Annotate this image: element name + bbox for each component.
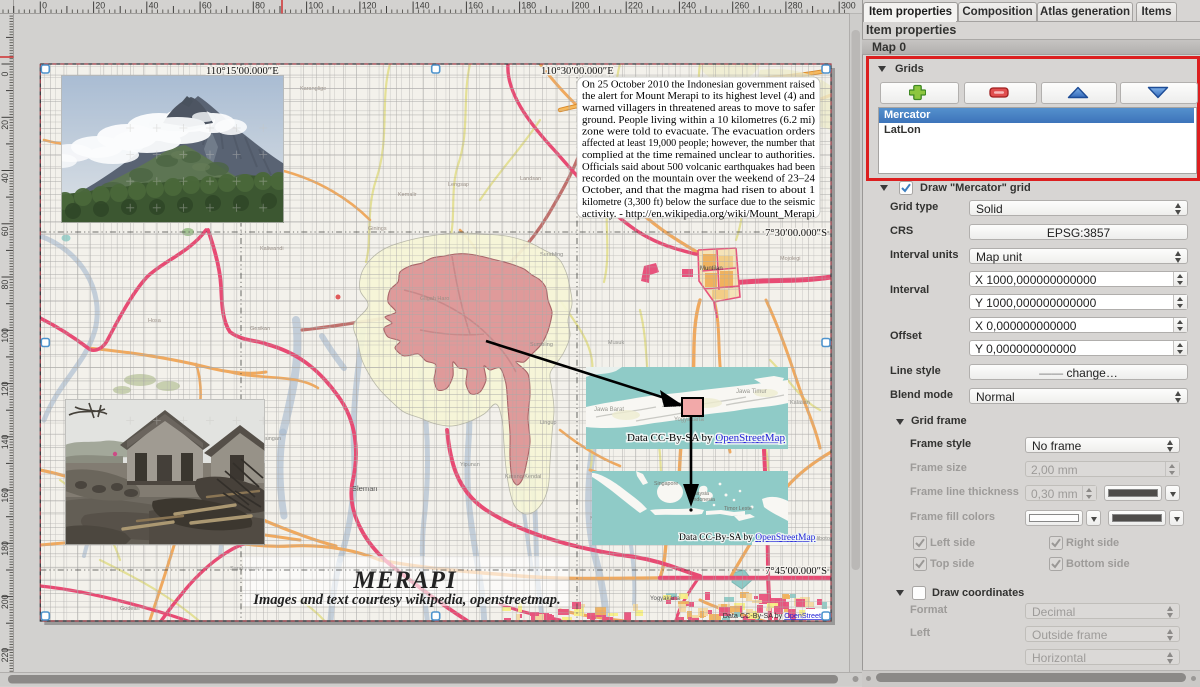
svg-text:100: 100 xyxy=(308,1,323,11)
svg-text:300: 300 xyxy=(841,1,856,11)
svg-text:0: 0 xyxy=(42,1,47,11)
svg-text:0: 0 xyxy=(0,72,10,77)
svg-text:200: 200 xyxy=(575,1,590,11)
svg-text:260: 260 xyxy=(735,1,750,11)
svg-text:60: 60 xyxy=(202,1,212,11)
svg-text:ground. People living within a: ground. People living within a 10 kilome… xyxy=(582,115,815,126)
svg-text:Timor Leste: Timor Leste xyxy=(724,506,752,512)
svg-text:160: 160 xyxy=(0,488,10,503)
svg-text:140: 140 xyxy=(415,1,430,11)
svg-text:recorded on the mountain over: recorded on the mountain over the weeken… xyxy=(582,174,816,185)
svg-text:warned villagers in threatened: warned villagers in threatened areas to … xyxy=(582,103,815,114)
svg-text:60: 60 xyxy=(0,226,10,236)
svg-text:140: 140 xyxy=(0,435,10,450)
svg-text:activity. - http://en.wikipedi: activity. - http://en.wikipedia.org/wiki… xyxy=(582,209,815,220)
svg-text:120: 120 xyxy=(0,381,10,396)
svg-text:100: 100 xyxy=(0,328,10,343)
svg-text:40: 40 xyxy=(0,173,10,183)
svg-text:180: 180 xyxy=(0,541,10,556)
svg-text:7°30′00.000″S: 7°30′00.000″S xyxy=(765,228,827,239)
svg-text:200: 200 xyxy=(0,594,10,609)
svg-text:Data CC-By-SA by OpenStreetMap: Data CC-By-SA by OpenStreetMap xyxy=(627,432,785,444)
svg-text:7°45′00.000″S: 7°45′00.000″S xyxy=(765,566,827,577)
svg-text:20: 20 xyxy=(0,120,10,130)
svg-text:kilometre (3,300 ft) below the: kilometre (3,300 ft) below the surface d… xyxy=(582,197,815,208)
svg-text:MERAPI: MERAPI xyxy=(352,567,457,594)
svg-text:80: 80 xyxy=(0,280,10,290)
svg-text:Officials said about 500 volca: Officials said about 500 volcanic earthq… xyxy=(582,162,816,173)
svg-text:Jawa Timur: Jawa Timur xyxy=(736,389,767,395)
svg-text:the alert for Mount Merapi to: the alert for Mount Merapi to its highes… xyxy=(582,91,816,102)
svg-text:120: 120 xyxy=(362,1,377,11)
svg-text:Images and text courtesy wikip: Images and text courtesy wikipedia, open… xyxy=(252,592,560,608)
svg-text:zone were told to evacuate. Th: zone were told to evacuate. The evacuati… xyxy=(582,127,815,138)
svg-text:affected at least 19,000 peopl: affected at least 19,000 people; however… xyxy=(582,138,815,149)
svg-text:Singapore: Singapore xyxy=(654,481,678,487)
svg-text:October, and that the magma ha: October, and that the magma had risen to… xyxy=(582,185,815,196)
svg-text:160: 160 xyxy=(468,1,483,11)
svg-text:On 25 October 2010 the Indones: On 25 October 2010 the Indonesian govern… xyxy=(582,80,816,91)
svg-text:Indonesia: Indonesia xyxy=(692,497,715,503)
svg-text:Jawa Barat: Jawa Barat xyxy=(594,407,624,413)
svg-text:Data CC-By-SA by OpenStreetM: Data CC-By-SA by OpenStreetM xyxy=(723,611,827,620)
svg-text:40: 40 xyxy=(149,1,159,11)
svg-text:80: 80 xyxy=(255,1,265,11)
svg-text:20: 20 xyxy=(95,1,105,11)
svg-text:220: 220 xyxy=(628,1,643,11)
svg-text:Data CC-By-SA by OpenStreetMap: Data CC-By-SA by OpenStreetMap xyxy=(679,533,816,543)
svg-text:240: 240 xyxy=(681,1,696,11)
svg-text:280: 280 xyxy=(788,1,803,11)
svg-text:180: 180 xyxy=(521,1,536,11)
svg-text:Yogyakarta: Yogyakarta xyxy=(674,417,704,423)
svg-text:220: 220 xyxy=(0,648,10,663)
svg-text:complied at the time remained: complied at the time remained unclear to… xyxy=(582,150,815,161)
svg-text:110°30′00.000″E: 110°30′00.000″E xyxy=(541,66,614,77)
